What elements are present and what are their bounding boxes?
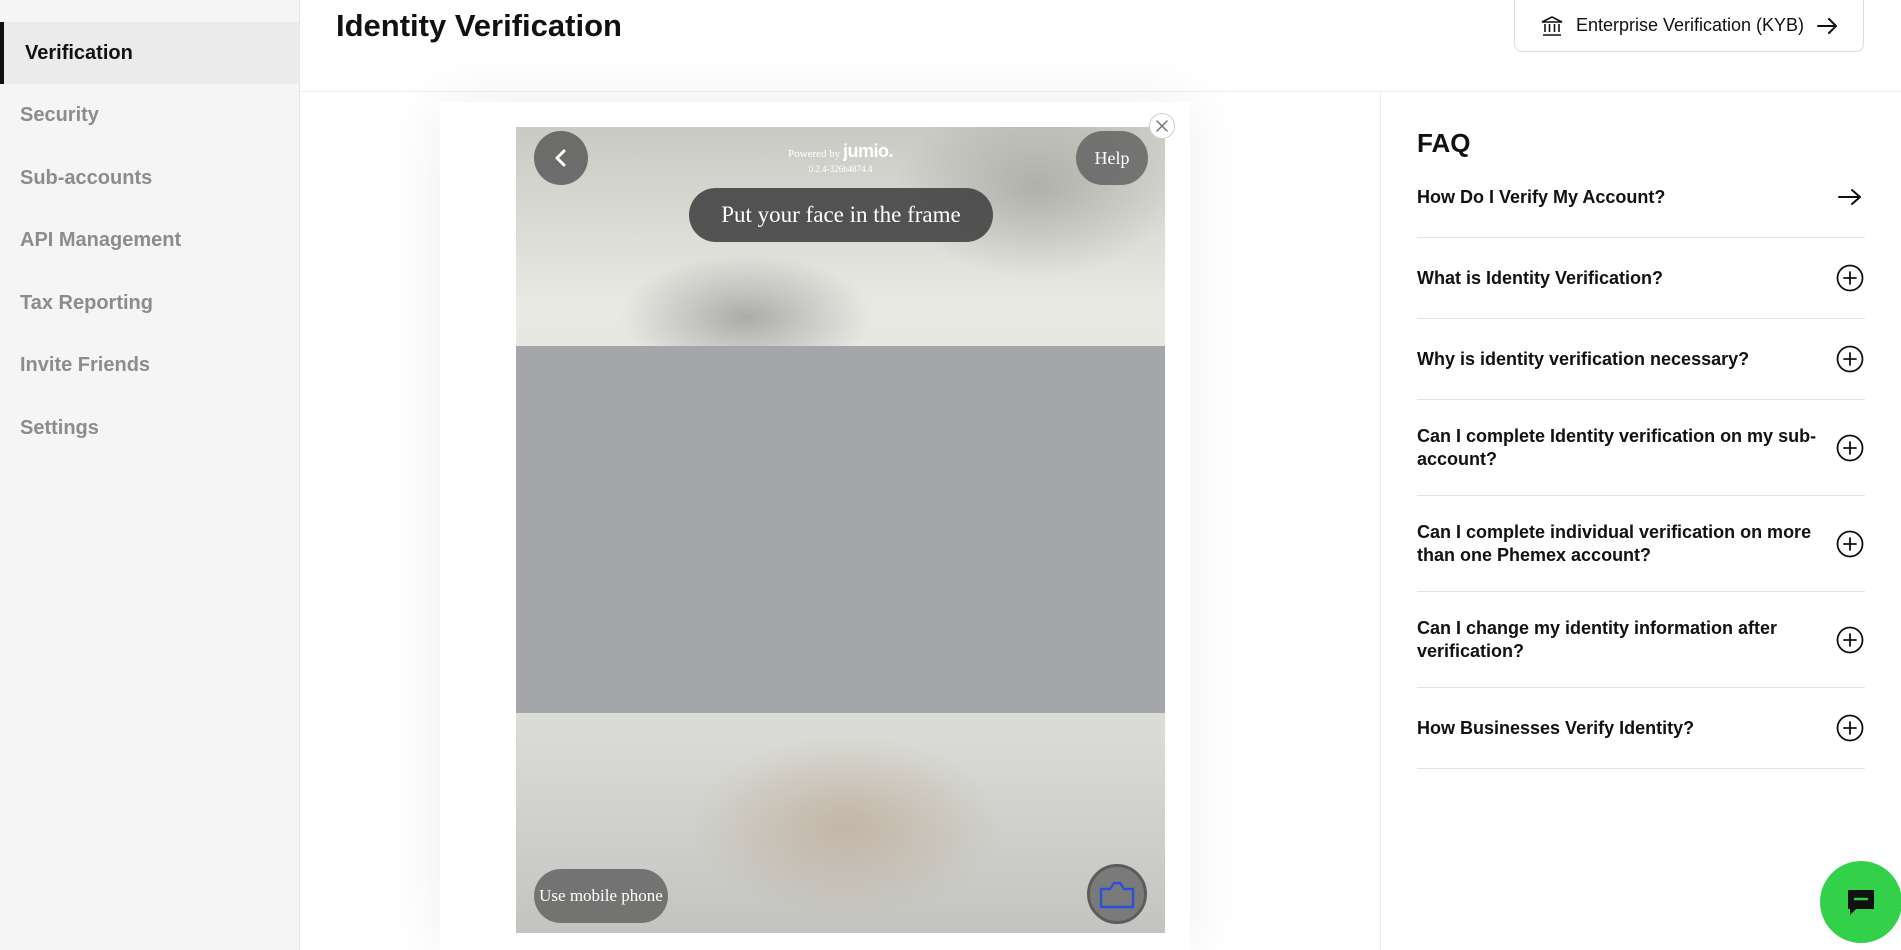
plus-circle-icon: [1836, 530, 1864, 557]
faq-divider: [1380, 92, 1381, 950]
faq-item-verify-account[interactable]: How Do I Verify My Account?: [1417, 157, 1865, 238]
enterprise-verification-button[interactable]: Enterprise Verification (KYB): [1514, 0, 1864, 52]
help-button[interactable]: Help: [1076, 131, 1148, 185]
bank-icon: [1541, 15, 1563, 36]
plus-circle-icon: [1836, 714, 1864, 742]
faq-title: FAQ: [1417, 128, 1471, 158]
sidebar-item-label: API Management: [20, 228, 182, 251]
faq-question: Can I complete individual verification o…: [1417, 521, 1812, 565]
face-capture-widget: Powered by jumio. 0.2.4-326b4874.4 Help …: [516, 127, 1165, 933]
sidebar-item-verification[interactable]: Verification: [0, 22, 299, 84]
use-mobile-phone-label: Use mobile phone: [539, 886, 663, 905]
sidebar: Verification Security Sub-accounts API M…: [0, 0, 300, 950]
sidebar-item-label: Invite Friends: [20, 353, 151, 376]
plus-circle-icon: [1836, 345, 1864, 373]
jumio-logo: jumio.: [843, 141, 894, 161]
instruction-text: Put your face in the frame: [721, 202, 961, 227]
close-icon: [1156, 120, 1168, 132]
faq-question: What is Identity Verification?: [1417, 267, 1664, 288]
plus-circle-icon: [1836, 434, 1864, 461]
sidebar-item-tax-reporting[interactable]: Tax Reporting: [0, 272, 299, 334]
capture-button[interactable]: [1087, 864, 1147, 924]
sidebar-item-api-management[interactable]: API Management: [0, 209, 299, 271]
faq-item-multiple-accounts[interactable]: Can I complete individual verification o…: [1417, 496, 1865, 592]
powered-by: Powered by jumio.: [516, 141, 1165, 162]
sidebar-item-sub-accounts[interactable]: Sub-accounts: [0, 147, 299, 209]
plus-circle-icon: [1836, 626, 1864, 653]
use-mobile-phone-button[interactable]: Use mobile phone: [534, 869, 668, 923]
sidebar-item-label: Settings: [20, 416, 99, 439]
faq-item-what-is-identity-verification[interactable]: What is Identity Verification?: [1417, 238, 1865, 319]
sidebar-item-settings[interactable]: Settings: [0, 397, 299, 459]
camera-icon: [1099, 881, 1135, 909]
face-frame-overlay: [516, 346, 1165, 713]
sidebar-item-label: Sub-accounts: [20, 166, 153, 189]
widget-close-button[interactable]: [1149, 113, 1175, 139]
sidebar-item-label: Security: [20, 103, 99, 126]
instruction-banner: Put your face in the frame: [689, 188, 993, 242]
faq-item-change-identity-info[interactable]: Can I change my identity information aft…: [1417, 592, 1865, 688]
arrow-right-icon: [1817, 17, 1838, 34]
faq-question: Why is identity verification necessary?: [1417, 348, 1750, 369]
sidebar-item-label: Verification: [25, 41, 133, 64]
faq-question: Can I complete Identity verification on …: [1417, 425, 1817, 469]
help-label: Help: [1094, 147, 1130, 168]
arrow-right-icon: [1838, 189, 1861, 205]
faq-item-businesses-verify-identity[interactable]: How Businesses Verify Identity?: [1417, 688, 1865, 769]
page-title: Identity Verification: [336, 8, 622, 43]
chat-icon: [1848, 890, 1874, 915]
sidebar-item-security[interactable]: Security: [0, 84, 299, 146]
faq-item-sub-account-verification[interactable]: Can I complete Identity verification on …: [1417, 400, 1865, 496]
sidebar-item-invite-friends[interactable]: Invite Friends: [0, 334, 299, 396]
plus-circle-icon: [1836, 264, 1864, 292]
faq-item-why-necessary[interactable]: Why is identity verification necessary?: [1417, 319, 1865, 400]
widget-version: 0.2.4-326b4874.4: [808, 164, 873, 174]
chat-button[interactable]: [1820, 861, 1901, 943]
enterprise-verification-label: Enterprise Verification (KYB): [1575, 15, 1805, 35]
powered-by-text: Powered by: [788, 148, 841, 160]
faq-question: Can I change my identity information aft…: [1417, 617, 1778, 661]
faq-question: How Do I Verify My Account?: [1417, 186, 1666, 207]
faq-question: How Businesses Verify Identity?: [1417, 717, 1695, 738]
sidebar-item-label: Tax Reporting: [20, 291, 153, 314]
header-divider: [300, 91, 1901, 92]
